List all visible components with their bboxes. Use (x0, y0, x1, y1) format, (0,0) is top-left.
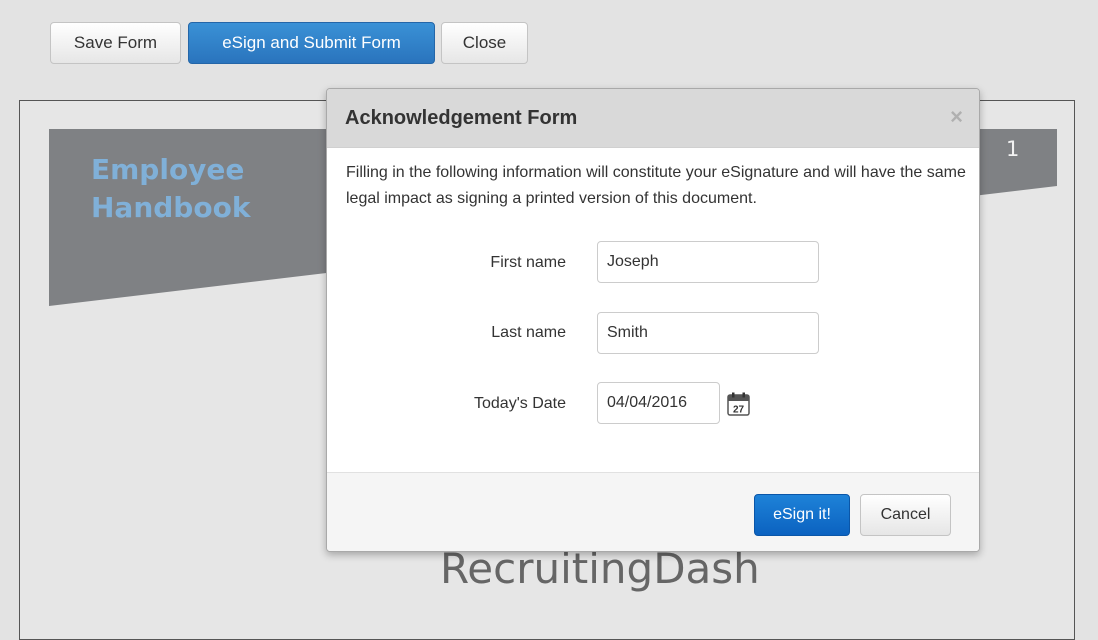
cancel-button[interactable]: Cancel (860, 494, 951, 536)
close-button[interactable]: Close (441, 22, 528, 64)
modal-header: Acknowledgement Form × (327, 89, 979, 148)
intro-text: Filling in the following information wil… (346, 164, 966, 207)
esign-submit-form-button[interactable]: eSign and Submit Form (188, 22, 435, 64)
document-title-line2: Handbook (91, 191, 251, 224)
last-name-label: Last name (491, 324, 566, 341)
esign-it-button[interactable]: eSign it! (754, 494, 850, 536)
first-name-label: First name (490, 254, 566, 271)
calendar-icon[interactable]: 27 (727, 392, 750, 416)
document-title: Employee Handbook (91, 151, 341, 227)
page-number: 1 (1006, 137, 1020, 161)
last-name-input[interactable] (597, 312, 819, 354)
modal-title: Acknowledgement Form (345, 107, 578, 129)
acknowledgement-modal: Acknowledgement Form × Filling in the fo… (326, 88, 980, 552)
save-form-button[interactable]: Save Form (50, 22, 181, 64)
date-label: Today's Date (474, 395, 566, 412)
modal-body: Filling in the following information wil… (327, 148, 979, 472)
toolbar: Save Form eSign and Submit Form Close (0, 0, 1098, 83)
modal-footer: eSign it! Cancel (327, 472, 979, 551)
first-name-input[interactable] (597, 241, 819, 283)
close-icon[interactable]: × (950, 106, 963, 128)
document-title-line1: Employee (91, 153, 245, 186)
date-input[interactable] (597, 382, 720, 424)
calendar-icon-day: 27 (733, 405, 745, 416)
